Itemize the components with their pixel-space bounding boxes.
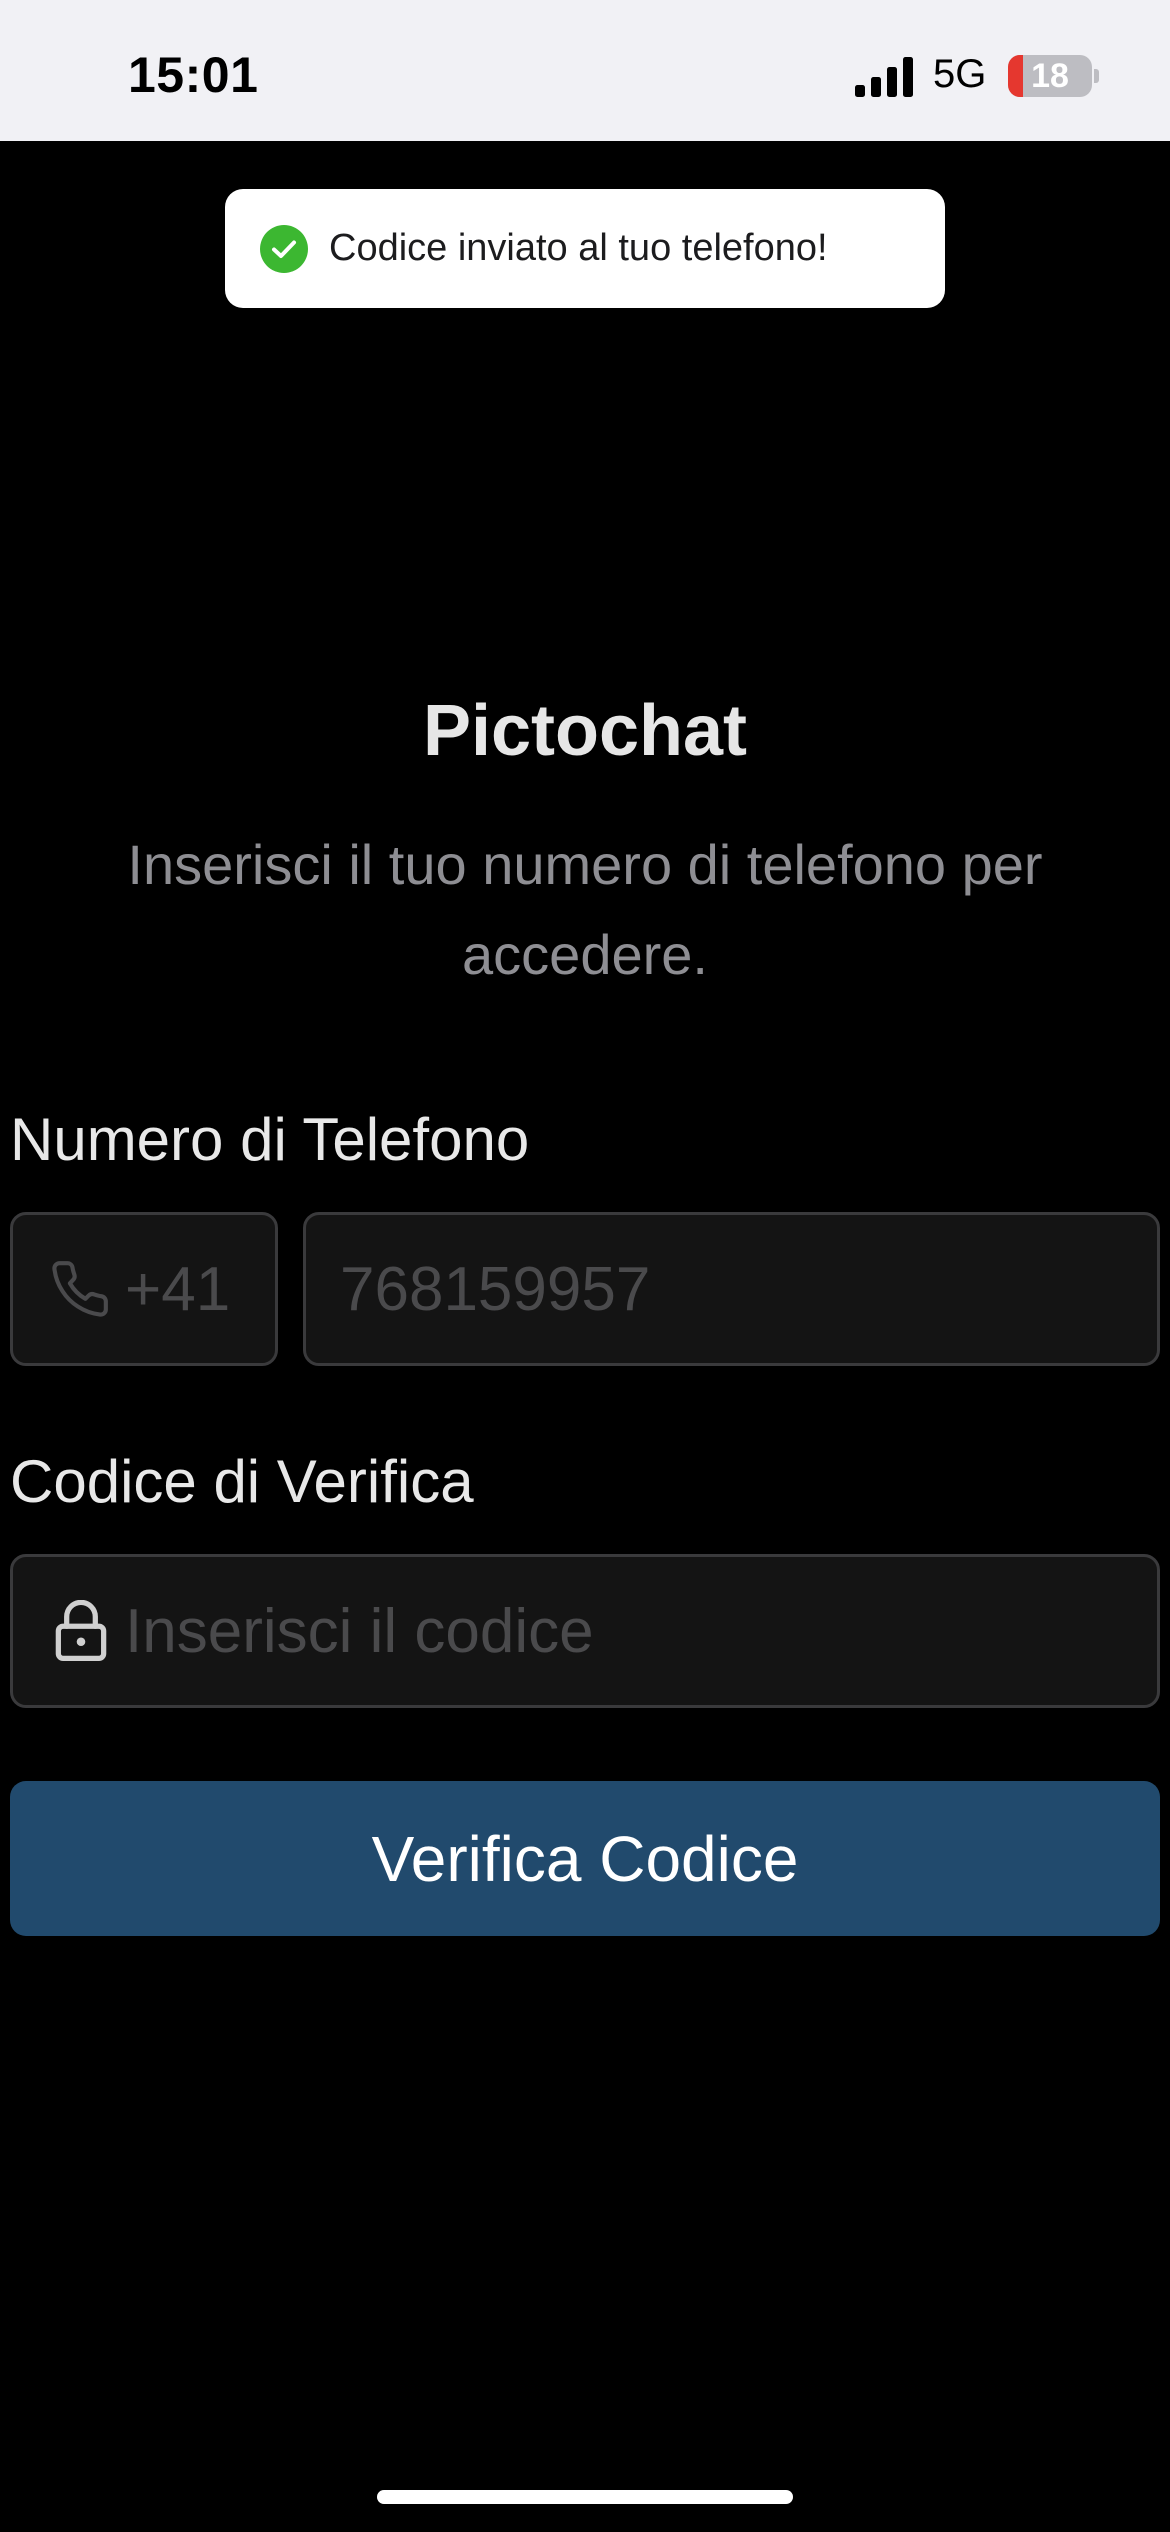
status-time: 15:01 <box>128 47 259 103</box>
toast-message: Codice inviato al tuo telefono! <box>329 227 828 269</box>
verification-code-input[interactable] <box>125 1581 1135 1681</box>
phone-number-input[interactable] <box>340 1239 1120 1339</box>
app-title: Pictochat <box>422 691 748 771</box>
verify-code-button[interactable]: Verifica Codice <box>10 1781 1160 1936</box>
cellular-signal-icon <box>855 57 913 97</box>
phone-number-label: Numero di Telefono <box>10 1106 530 1173</box>
check-circle-icon <box>260 224 308 273</box>
status-bar: 15:01 5G 18 <box>0 0 1170 141</box>
battery-cap <box>1094 69 1099 83</box>
verification-code-field[interactable] <box>10 1554 1160 1708</box>
phone-number-field[interactable] <box>303 1212 1160 1366</box>
country-code-selector[interactable]: +41 <box>10 1212 278 1366</box>
login-instructions: Inserisci il tuo numero di telefono per … <box>127 833 1043 986</box>
verification-code-label: Codice di Verifica <box>10 1448 474 1515</box>
success-toast: Codice inviato al tuo telefono! <box>225 189 945 308</box>
battery-level-text: 18 <box>1031 56 1069 95</box>
phone-icon <box>52 1261 108 1317</box>
network-type: 5G <box>933 52 987 96</box>
country-code-text: +41 <box>125 1254 231 1324</box>
home-indicator[interactable] <box>377 2490 793 2504</box>
battery-icon: 18 <box>1008 55 1092 97</box>
lock-icon <box>55 1600 107 1662</box>
